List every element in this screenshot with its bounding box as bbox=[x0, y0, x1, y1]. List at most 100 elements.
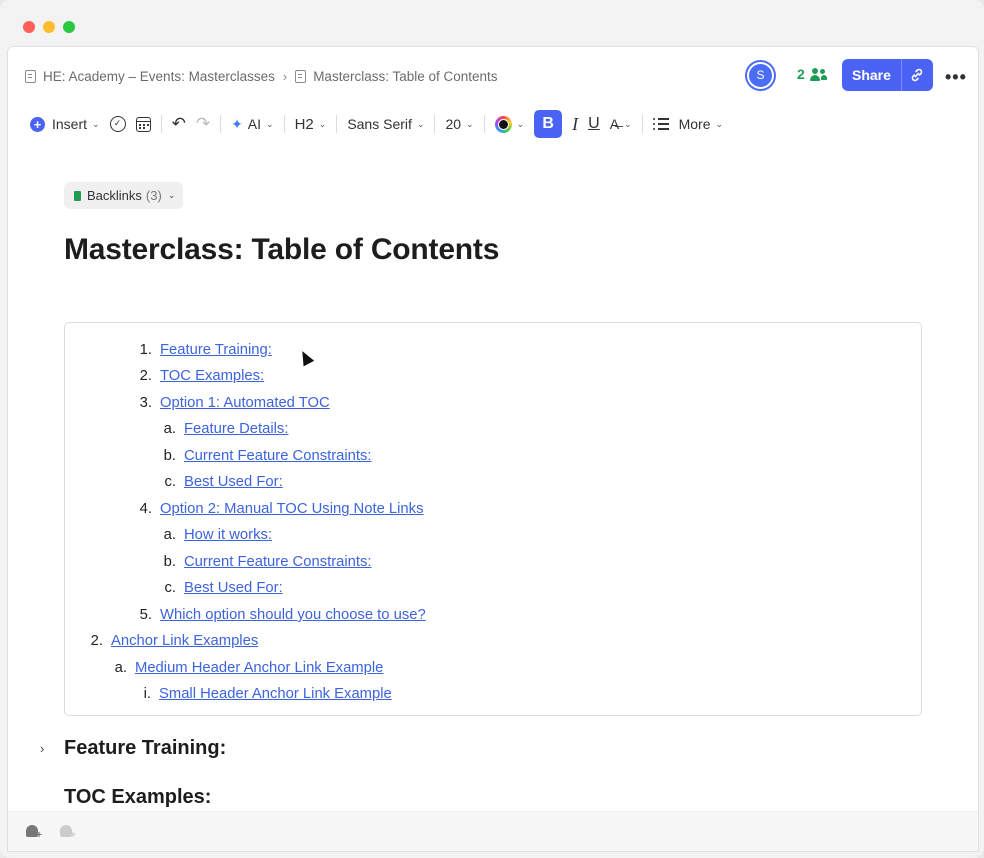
toc-link[interactable]: Option 2: Manual TOC Using Note Links bbox=[160, 501, 423, 517]
backlinks-button[interactable]: Backlinks (3) ⌄ bbox=[64, 182, 184, 209]
heading-dropdown[interactable]: H2 ⌄ bbox=[290, 110, 332, 138]
toc-item: b. Current Feature Constraints: bbox=[158, 551, 372, 573]
calendar-icon bbox=[135, 116, 151, 132]
toc-item-marker: 2. bbox=[90, 633, 103, 649]
insert-label: Insert bbox=[52, 116, 88, 132]
toc-item: a. How it works: bbox=[158, 524, 272, 546]
more-label: More bbox=[678, 116, 711, 132]
add-alert-button[interactable]: + bbox=[58, 824, 76, 841]
section-heading-toc-examples[interactable]: TOC Examples: bbox=[64, 786, 211, 809]
toc-link[interactable]: How it works: bbox=[184, 527, 272, 543]
highlight-dropdown[interactable]: A̶ ⌄ bbox=[605, 110, 637, 138]
share-button[interactable]: Share bbox=[842, 59, 901, 91]
minimize-window-button[interactable] bbox=[43, 21, 55, 33]
chevron-down-icon: ⌄ bbox=[624, 118, 632, 129]
toc-item-marker: 5. bbox=[139, 607, 152, 623]
underline-icon: U bbox=[588, 115, 600, 132]
italic-button[interactable]: I bbox=[567, 110, 583, 138]
heading-label: H2 bbox=[294, 115, 314, 133]
breadcrumb: HE: Academy – Events: Masterclasses › Ma… bbox=[25, 67, 498, 85]
notebook-icon bbox=[25, 69, 36, 83]
toc-link[interactable]: Which option should you choose to use? bbox=[160, 607, 426, 623]
toc-item-marker: 4. bbox=[139, 501, 152, 517]
toc-link[interactable]: Best Used For: bbox=[184, 580, 283, 596]
toc-item-marker: a. bbox=[114, 660, 127, 676]
toc-item-marker: a. bbox=[163, 421, 176, 437]
breadcrumb-parent[interactable]: HE: Academy – Events: Masterclasses bbox=[43, 69, 275, 84]
copy-link-button[interactable] bbox=[900, 59, 933, 91]
font-size-label: 20 bbox=[445, 116, 462, 132]
section-heading-feature-training[interactable]: Feature Training: bbox=[64, 737, 226, 760]
page-title[interactable]: Masterclass: Table of Contents bbox=[64, 233, 499, 267]
insert-button[interactable]: + Insert ⌄ bbox=[25, 110, 105, 138]
note-icon bbox=[74, 190, 81, 201]
toolbar-divider bbox=[220, 115, 222, 133]
toc-link[interactable]: Best Used For: bbox=[184, 474, 283, 490]
toolbar-divider bbox=[160, 115, 162, 133]
undo-icon: ↶ bbox=[171, 114, 186, 133]
bullet-list-button[interactable] bbox=[648, 110, 674, 138]
bold-button[interactable]: B bbox=[529, 110, 567, 138]
add-reminder-button[interactable]: + bbox=[24, 824, 42, 841]
toc-link[interactable]: Anchor Link Examples bbox=[111, 633, 258, 649]
toc-link[interactable]: Small Header Anchor Link Example bbox=[159, 686, 392, 702]
toc-item: 4. Option 2: Manual TOC Using Note Links bbox=[134, 498, 424, 520]
link-icon bbox=[912, 68, 923, 82]
calendar-button[interactable] bbox=[131, 110, 156, 138]
font-family-dropdown[interactable]: Sans Serif ⌄ bbox=[342, 110, 429, 138]
underline-button[interactable]: U bbox=[583, 110, 605, 138]
redo-button[interactable]: ↷ bbox=[191, 110, 215, 138]
bold-icon: B bbox=[534, 110, 563, 138]
font-size-dropdown[interactable]: 20 ⌄ bbox=[440, 110, 478, 138]
breadcrumb-separator: › bbox=[282, 68, 288, 84]
toc-item-marker: c. bbox=[164, 580, 176, 596]
maximize-window-button[interactable] bbox=[63, 21, 75, 33]
toc-item: a. Feature Details: bbox=[158, 418, 289, 440]
app-window: HE: Academy – Events: Masterclasses › Ma… bbox=[0, 0, 984, 858]
text-color-dropdown[interactable]: ⌄ bbox=[490, 110, 530, 138]
collaborators-button[interactable]: 2 bbox=[797, 66, 827, 82]
toc-link[interactable]: Current Feature Constraints: bbox=[184, 554, 372, 570]
italic-icon: I bbox=[572, 113, 579, 134]
toc-item: 2. Anchor Link Examples bbox=[85, 630, 259, 652]
avatar[interactable]: S bbox=[747, 62, 774, 89]
chevron-down-icon: ⌄ bbox=[416, 118, 425, 129]
toc-item-marker: i. bbox=[143, 686, 151, 702]
toc-item: c. Best Used For: bbox=[158, 577, 283, 599]
toolbar-divider bbox=[483, 115, 485, 133]
chevron-down-icon: ⌄ bbox=[167, 190, 176, 200]
toc-link[interactable]: Current Feature Constraints: bbox=[184, 448, 372, 464]
chevron-down-icon: ⌄ bbox=[266, 118, 274, 129]
note-editor: HE: Academy – Events: Masterclasses › Ma… bbox=[7, 46, 979, 852]
toolbar-divider bbox=[283, 115, 285, 133]
chevron-down-icon: ⌄ bbox=[516, 118, 525, 129]
breadcrumb-current[interactable]: Masterclass: Table of Contents bbox=[313, 69, 497, 84]
more-formatting-dropdown[interactable]: More ⌄ bbox=[674, 110, 728, 138]
task-button[interactable]: ✓ bbox=[105, 110, 131, 138]
chevron-down-icon: ⌄ bbox=[466, 118, 474, 129]
ai-label: AI bbox=[247, 116, 262, 132]
collaborators-count: 2 bbox=[797, 66, 805, 82]
chevron-down-icon: ⌄ bbox=[92, 118, 100, 129]
sparkle-icon: ✦ bbox=[231, 115, 243, 132]
undo-button[interactable]: ↶ bbox=[167, 110, 191, 138]
more-options-icon[interactable]: ••• bbox=[945, 67, 967, 88]
plus-icon: + bbox=[30, 116, 45, 132]
toc-link[interactable]: Medium Header Anchor Link Example bbox=[135, 660, 383, 676]
toc-link[interactable]: TOC Examples: bbox=[160, 368, 264, 384]
ai-button[interactable]: ✦ AI ⌄ bbox=[226, 110, 279, 138]
toc-link[interactable]: Feature Training: bbox=[160, 342, 272, 358]
title-bar bbox=[0, 0, 984, 46]
toc-link[interactable]: Feature Details: bbox=[184, 421, 288, 437]
close-window-button[interactable] bbox=[23, 21, 35, 33]
toc-item: 5. Which option should you choose to use? bbox=[134, 604, 426, 626]
toolbar-divider bbox=[641, 115, 643, 133]
editor-footer: + + bbox=[8, 811, 978, 851]
checkmark-circle-icon: ✓ bbox=[109, 116, 126, 132]
formatting-toolbar: + Insert ⌄ ✓ ↶ ↷ ✦ AI ⌄ H2 ⌄ Sans Serif bbox=[25, 110, 728, 138]
toc-link[interactable]: Option 1: Automated TOC bbox=[160, 395, 330, 411]
chevron-right-icon[interactable]: › bbox=[40, 741, 44, 756]
redo-icon: ↷ bbox=[195, 114, 211, 133]
toc-item: b. Current Feature Constraints: bbox=[158, 445, 372, 467]
chevron-down-icon: ⌄ bbox=[318, 118, 327, 129]
